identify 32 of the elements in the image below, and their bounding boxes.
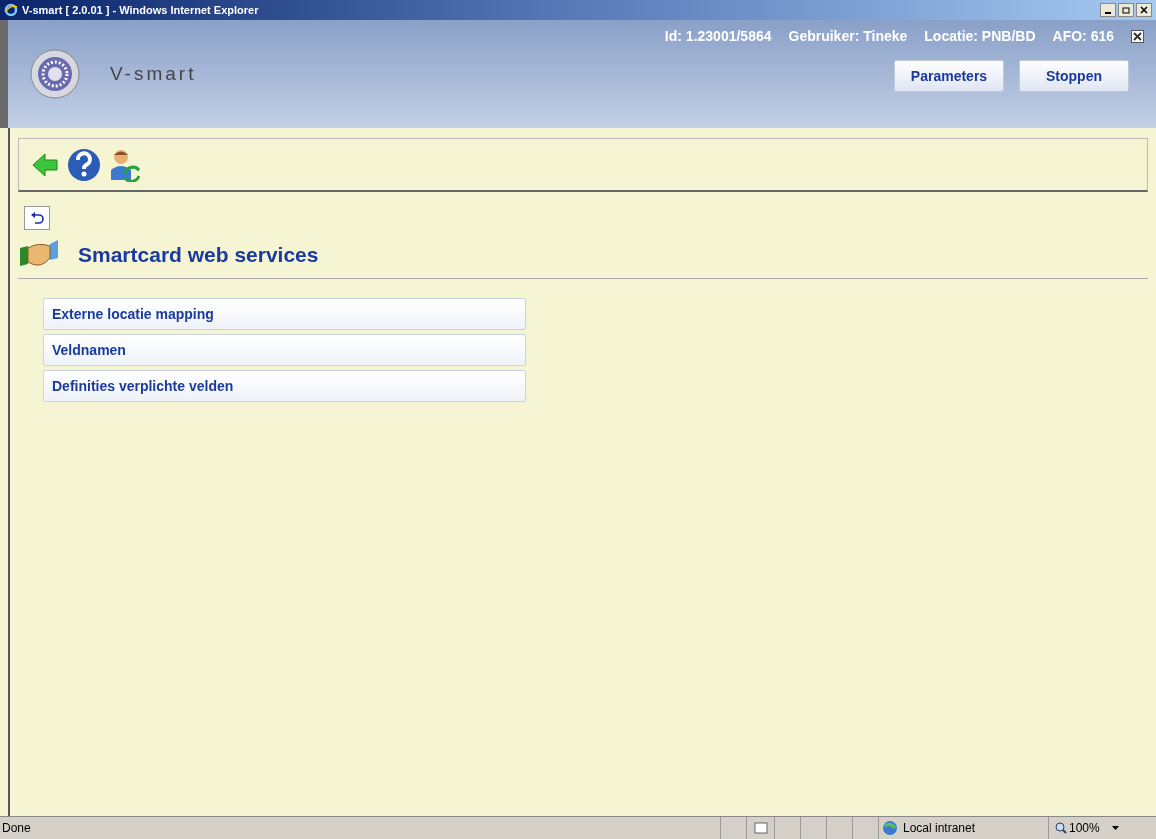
logo-text: V-smart xyxy=(110,61,197,86)
user-refresh-icon[interactable] xyxy=(109,147,141,182)
status-text: Done xyxy=(1,820,32,837)
page-icon xyxy=(753,822,768,834)
close-icon xyxy=(1140,6,1148,14)
close-button[interactable] xyxy=(1136,3,1152,17)
session-info: Locatie: PNB/BD xyxy=(924,27,1036,46)
zone-text: Local intranet xyxy=(903,820,976,837)
header-button[interactable]: Parameters xyxy=(894,60,1004,92)
menu-item[interactable]: Externe locatie mapping xyxy=(43,298,526,330)
back-arrow-icon[interactable] xyxy=(31,150,59,179)
session-info: AFO: 616 xyxy=(1052,27,1114,46)
help-icon[interactable] xyxy=(67,147,101,182)
minimize-button[interactable] xyxy=(1100,3,1116,17)
session-info: Id: 1.23001/5864 xyxy=(664,27,772,46)
undo-icon xyxy=(30,212,44,224)
session-info: Gebruiker: Tineke xyxy=(788,27,908,46)
menu-item[interactable]: Definities verplichte velden xyxy=(43,370,526,402)
header-button[interactable]: Stoppen xyxy=(1019,60,1129,92)
restore-button[interactable] xyxy=(1118,3,1134,17)
zoom-icon xyxy=(1055,822,1067,834)
window-title: V-smart [ 2.0.01 ] - Windows Internet Explorer xyxy=(22,2,259,18)
globe-icon xyxy=(881,820,899,836)
close-icon[interactable] xyxy=(1131,30,1144,43)
logo-icon xyxy=(30,49,80,99)
page-title: Smartcard web services xyxy=(78,241,319,268)
caret-icon[interactable] xyxy=(1111,826,1119,830)
undo-button[interactable] xyxy=(24,206,50,230)
browser-icon xyxy=(4,3,18,17)
zoom-level[interactable]: 100% xyxy=(1069,819,1100,837)
restore-icon xyxy=(1122,6,1130,14)
menu-item[interactable]: Veldnamen xyxy=(43,334,526,366)
